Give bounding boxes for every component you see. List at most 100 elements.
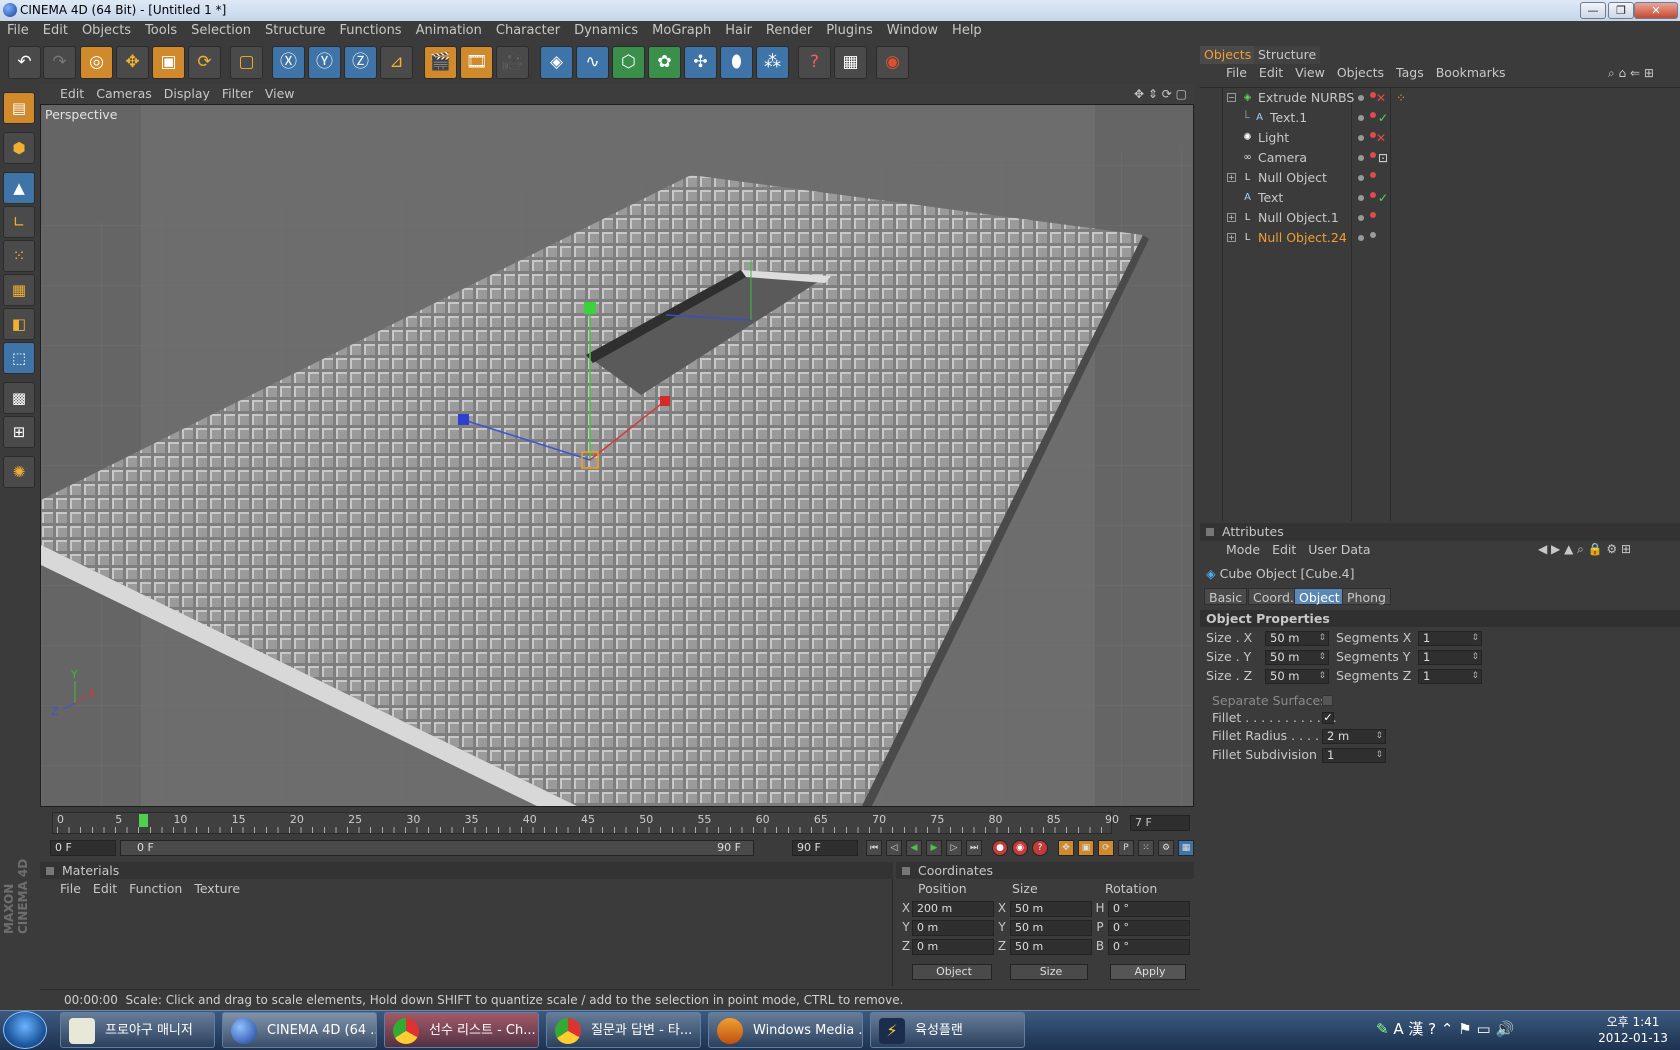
segments-x-input[interactable]: 1	[1418, 631, 1482, 646]
segments-z-input[interactable]: 1	[1418, 669, 1482, 684]
expand-toggle[interactable]: +	[1227, 213, 1236, 222]
last-tool-icon[interactable]: ▢	[230, 46, 263, 79]
rotation-b-field[interactable]: 0 °	[1108, 939, 1190, 955]
object-menu-view[interactable]: View	[1289, 64, 1331, 82]
render-view-icon[interactable]: 🎬	[424, 46, 457, 79]
attributes-nav-icons[interactable]: ◀ ▶ ▲ ⌕ 🔒 ⚙ ⊞	[1538, 542, 1631, 557]
perspective-viewport[interactable]: Y X Z Perspective	[40, 104, 1194, 807]
menu-dynamics[interactable]: Dynamics	[567, 21, 645, 41]
key-options-icon[interactable]: ⚙	[1158, 840, 1174, 856]
record-icon[interactable]: ●	[992, 840, 1008, 856]
render-picture-viewer-icon[interactable]: 🎞	[460, 46, 493, 79]
size-z-field[interactable]: 50 m	[1010, 939, 1092, 955]
x-axis-lock-icon[interactable]: Ⓧ	[272, 46, 305, 79]
scale-icon[interactable]: ▣	[152, 46, 185, 79]
taskbar-item-chrome-qa[interactable]: 질문과 답변 - 타...	[546, 1012, 701, 1048]
tab-objects[interactable]: Objects	[1200, 46, 1256, 64]
viewport-nav-icons[interactable]: ✥ ⇕ ⟳ ▢	[1128, 84, 1193, 104]
play-forward-icon[interactable]: ▶	[926, 840, 942, 856]
enabled-check-icon[interactable]: ✓	[1378, 108, 1388, 128]
attributes-menu-mode[interactable]: Mode	[1220, 541, 1266, 559]
timeline-playhead[interactable]	[138, 814, 148, 827]
size-x-field[interactable]: 50 m	[1010, 901, 1092, 917]
camera-tag-icon[interactable]: ⊡	[1378, 148, 1388, 168]
object-name[interactable]: Text.1	[1270, 108, 1307, 128]
timeline-icon[interactable]: ▦	[834, 46, 867, 79]
viewport-menu-display[interactable]: Display	[158, 84, 216, 104]
materials-menu-edit[interactable]: Edit	[87, 880, 123, 898]
start-frame-field[interactable]: 0 F	[50, 840, 116, 856]
keyframe-selection-icon[interactable]: ?	[1032, 840, 1048, 856]
object-menu-file[interactable]: File	[1220, 64, 1253, 82]
attr-tab-basic[interactable]: Basic	[1204, 588, 1248, 605]
goto-end-icon[interactable]: ⏭	[966, 840, 982, 856]
taskbar-item-baseball-manager[interactable]: 프로야구 매니저	[60, 1012, 215, 1048]
object-menu-objects[interactable]: Objects	[1331, 64, 1390, 82]
nurbs-icon[interactable]: ⬡	[612, 46, 645, 79]
key-pla-icon[interactable]: ⁙	[1138, 840, 1154, 856]
size-y-input[interactable]: 50 m	[1265, 650, 1329, 665]
size-y-field[interactable]: 50 m	[1010, 920, 1092, 936]
position-z-field[interactable]: 0 m	[912, 939, 994, 955]
tray-network-icon[interactable]: ✎	[1376, 1020, 1389, 1038]
content-browser-icon[interactable]: ◉	[876, 46, 909, 79]
menu-tools[interactable]: Tools	[138, 21, 184, 41]
environment-icon[interactable]: ⬮	[720, 46, 753, 79]
viewport-menu-filter[interactable]: Filter	[216, 84, 259, 104]
points-mode-icon[interactable]: ⁙	[3, 240, 35, 272]
materials-menu-file[interactable]: File	[54, 880, 87, 898]
viewport-scene[interactable]: Y X Z	[41, 105, 1194, 807]
taskbar-item-chrome-player-list[interactable]: 선수 리스트 - Ch...	[384, 1012, 539, 1048]
object-search-icon[interactable]: ⌕ ⌂ ⇐ ⊞	[1608, 66, 1654, 81]
menu-structure[interactable]: Structure	[258, 21, 332, 41]
goto-start-icon[interactable]: ⏮	[866, 840, 882, 856]
menu-character[interactable]: Character	[489, 21, 567, 41]
menu-window[interactable]: Window	[880, 21, 945, 41]
y-axis-lock-icon[interactable]: Ⓨ	[308, 46, 341, 79]
taskbar-item-windows-media[interactable]: Windows Media ...	[708, 1012, 863, 1048]
sculpt-icon[interactable]: ✺	[3, 456, 35, 488]
viewport-menu-cameras[interactable]: Cameras	[90, 84, 158, 104]
move-icon[interactable]: ✥	[116, 46, 149, 79]
key-scale-icon[interactable]: ▣	[1078, 840, 1094, 856]
size-mode-select[interactable]: Size	[1010, 964, 1088, 980]
object-row[interactable]: − ◈ Extrude NURBS ✕ ⁘	[1200, 88, 1680, 108]
taskbar-item-cinema4d[interactable]: CINEMA 4D (64 ...	[222, 1012, 377, 1048]
apply-button[interactable]: Apply	[1110, 964, 1186, 980]
size-z-input[interactable]: 50 m	[1265, 669, 1329, 684]
attr-tab-object[interactable]: Object	[1294, 588, 1345, 605]
prev-key-icon[interactable]: ◁	[886, 840, 902, 856]
tray-chevron-icon[interactable]: ⌃	[1441, 1020, 1454, 1038]
menu-functions[interactable]: Functions	[333, 21, 409, 41]
object-row[interactable]: ✺ Light ✕	[1200, 128, 1680, 148]
current-frame-field[interactable]: 7 F	[1130, 815, 1190, 831]
polygons-mode-icon[interactable]: ◧	[3, 308, 35, 340]
object-row[interactable]: └ A Text.1 ✓	[1200, 108, 1680, 128]
tray-flag-icon[interactable]: ⚑	[1458, 1020, 1471, 1038]
menu-animation[interactable]: Animation	[409, 21, 489, 41]
timeline-window-icon[interactable]: ▦	[1178, 840, 1194, 856]
menu-mograph[interactable]: MoGraph	[645, 21, 718, 41]
object-name[interactable]: Text	[1258, 188, 1283, 208]
enabled-check-icon[interactable]: ✓	[1378, 188, 1388, 208]
object-row[interactable]: ∞ Camera ⊡	[1200, 148, 1680, 168]
key-position-icon[interactable]: ✥	[1058, 840, 1074, 856]
object-row[interactable]: + L Null Object	[1200, 168, 1680, 188]
menu-selection[interactable]: Selection	[184, 21, 258, 41]
segments-y-input[interactable]: 1	[1418, 650, 1482, 665]
key-rotation-icon[interactable]: ⟳	[1098, 840, 1114, 856]
attributes-menu-userdata[interactable]: User Data	[1302, 541, 1376, 559]
range-slider[interactable]: 0 F 90 F	[120, 840, 754, 856]
maximize-button[interactable]: ❐	[1608, 2, 1634, 19]
close-button[interactable]: ✕	[1634, 2, 1678, 19]
edges-mode-icon[interactable]: ▦	[3, 274, 35, 306]
end-frame-field[interactable]: 90 F	[792, 840, 858, 856]
fillet-subdivision-input[interactable]: 1	[1322, 748, 1386, 763]
coordinate-mode-select[interactable]: Object	[912, 964, 992, 980]
workplane-icon[interactable]: ▩	[3, 382, 35, 414]
expand-toggle[interactable]: −	[1227, 93, 1236, 102]
texture-mode-icon[interactable]: ⬚	[3, 342, 35, 374]
object-menu-bookmarks[interactable]: Bookmarks	[1430, 64, 1512, 82]
attr-tab-coord[interactable]: Coord.	[1248, 588, 1299, 605]
rotation-h-field[interactable]: 0 °	[1108, 901, 1190, 917]
